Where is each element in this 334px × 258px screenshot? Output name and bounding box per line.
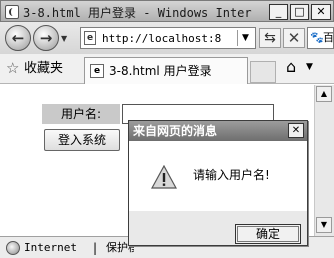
- address-text[interactable]: http://localhost:8: [102, 31, 232, 47]
- forward-button[interactable]: →: [33, 25, 59, 51]
- favorites-button[interactable]: 收藏夹: [24, 61, 63, 77]
- baidu-paw-icon: 🐾: [310, 31, 324, 44]
- minimize-button[interactable]: _: [269, 4, 288, 20]
- refresh-button[interactable]: ⇆: [259, 28, 281, 48]
- security-zone-label: Internet: [24, 241, 77, 254]
- address-bar[interactable]: e http://localhost:8 ▼: [80, 27, 256, 49]
- history-dropdown-icon[interactable]: ▼: [61, 34, 69, 43]
- arrow-right-icon: →: [39, 29, 53, 47]
- tab-current[interactable]: e 3-8.html 用户登录: [84, 57, 248, 84]
- status-separator: |: [93, 241, 98, 255]
- scroll-down-icon[interactable]: ▼: [316, 217, 332, 233]
- globe-icon: [6, 241, 20, 255]
- login-button[interactable]: 登入系统: [44, 129, 120, 151]
- search-provider-label: 百度: [323, 31, 334, 44]
- window-title-bar: 3-8.html 用户登录 - Windows Inter... _ □ ✕: [0, 0, 334, 22]
- stop-button[interactable]: ✕: [283, 28, 305, 48]
- close-icon: ✕: [291, 125, 301, 136]
- warning-icon: [151, 165, 177, 189]
- maximize-button[interactable]: □: [290, 4, 309, 20]
- dialog-title-bar: 来自网页的消息 ✕: [129, 121, 307, 141]
- close-icon: ✕: [287, 29, 301, 47]
- tab-label: 3-8.html 用户登录: [109, 64, 212, 78]
- close-window-button[interactable]: ✕: [311, 4, 331, 20]
- refresh-icon: ⇆: [264, 30, 276, 46]
- username-label: 用户名:: [42, 104, 120, 124]
- home-icon[interactable]: ⌂: [286, 58, 304, 76]
- page-icon: e: [84, 31, 96, 45]
- search-input[interactable]: 🐾 百度: [307, 27, 334, 49]
- vertical-scrollbar[interactable]: ▲ ▼: [314, 85, 334, 236]
- star-icon: ☆: [6, 59, 20, 77]
- arrow-left-icon: ←: [11, 29, 25, 47]
- window-title: 3-8.html 用户登录 - Windows Inter...: [23, 6, 253, 20]
- favorites-bar: ☆ 收藏夹 e 3-8.html 用户登录 ⌂ ▼: [0, 54, 334, 84]
- ie-app-icon: [5, 5, 19, 19]
- page-icon: e: [90, 64, 104, 78]
- dialog-body: 请输入用户名!: [129, 141, 307, 211]
- chevron-down-icon[interactable]: ▼: [306, 62, 313, 72]
- dialog-message: 请输入用户名!: [193, 168, 270, 182]
- back-button[interactable]: ←: [5, 25, 31, 51]
- navigation-bar: ← → ▼ e http://localhost:8 ▼ ⇆ ✕ 🐾 百度: [0, 22, 334, 54]
- ok-button[interactable]: 确定: [235, 224, 301, 244]
- address-dropdown-icon[interactable]: ▼: [237, 30, 253, 46]
- dialog-title: 来自网页的消息: [133, 124, 218, 138]
- alert-dialog: 来自网页的消息 ✕ 请输入用户名! 确定: [128, 120, 308, 246]
- dialog-close-button[interactable]: ✕: [288, 123, 304, 138]
- new-tab-button[interactable]: [250, 61, 276, 83]
- scroll-up-icon[interactable]: ▲: [316, 86, 332, 102]
